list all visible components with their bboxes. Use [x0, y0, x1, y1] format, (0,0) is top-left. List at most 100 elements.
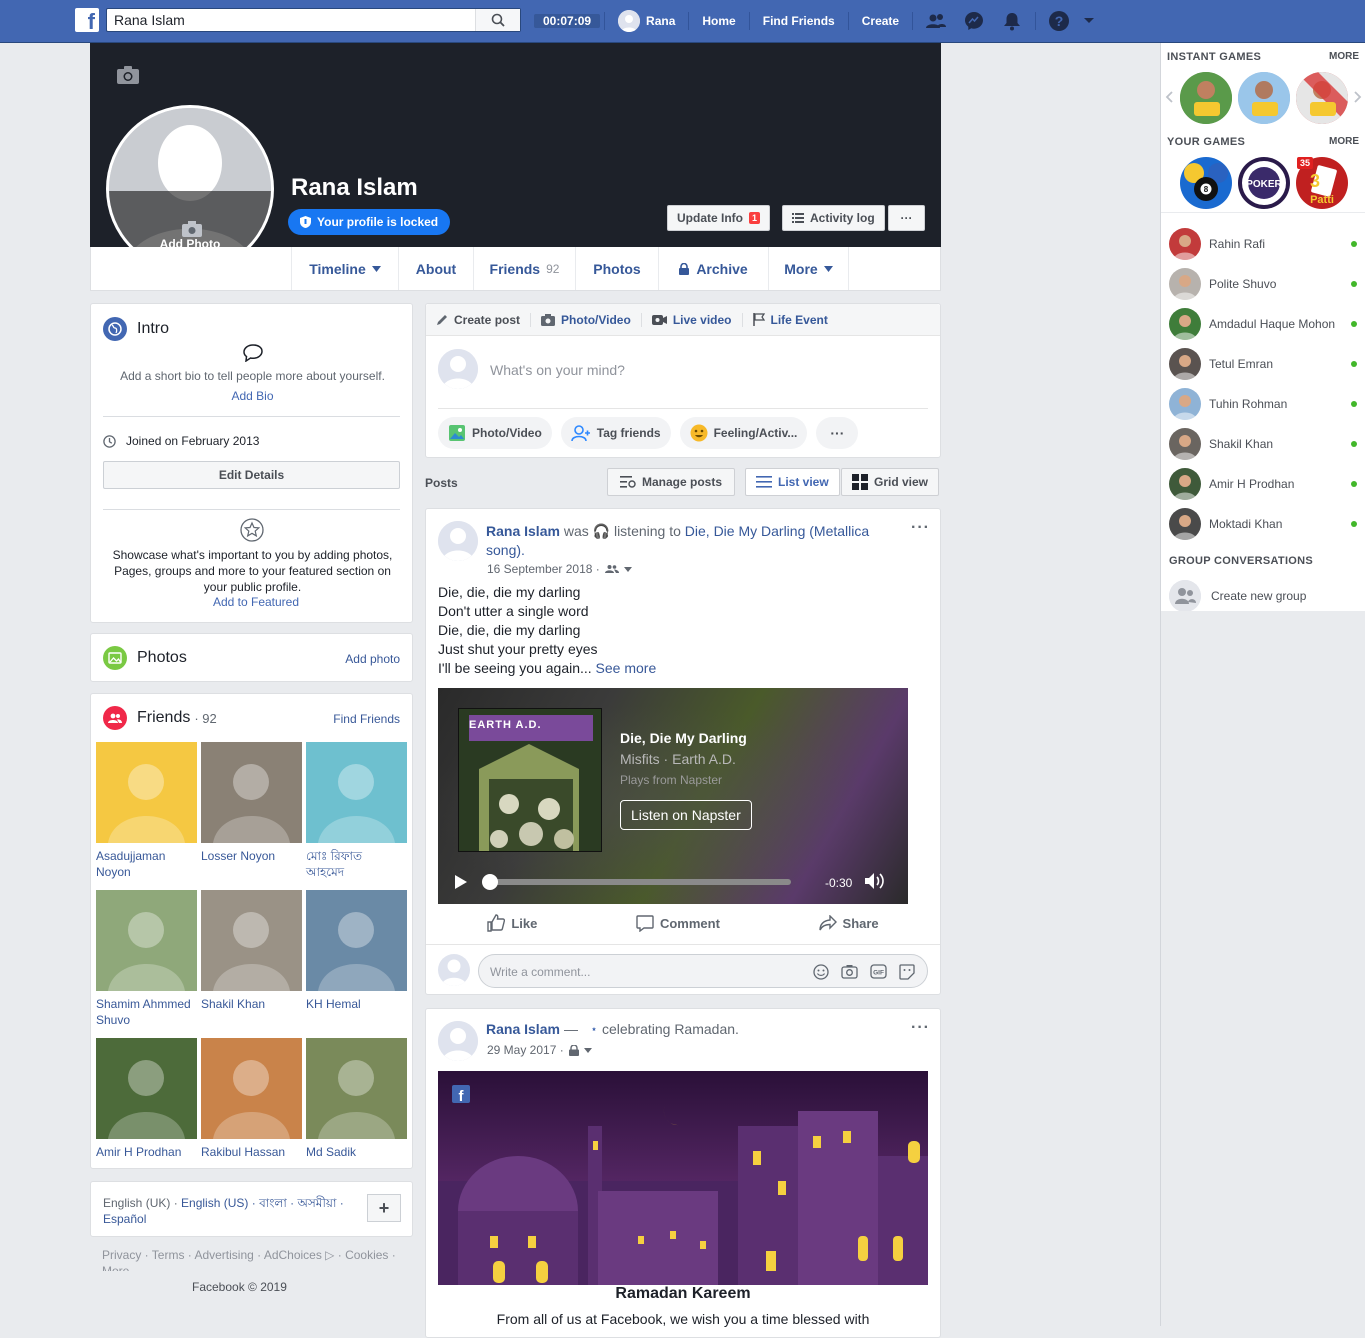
update-info-button[interactable]: Update Info 1 — [667, 205, 771, 231]
friend-tile[interactable]: KH Hemal — [306, 890, 407, 1012]
activity-log-button[interactable]: Activity log — [782, 205, 885, 231]
your-games-more-link[interactable]: MORE — [1329, 136, 1359, 147]
contact-item[interactable]: Amir H Prodhan — [1169, 466, 1357, 502]
post-options-button[interactable]: ··· — [911, 519, 930, 537]
nav-find-friends-link[interactable]: Find Friends — [754, 14, 844, 28]
contact-item[interactable]: Moktadi Khan — [1169, 506, 1357, 542]
profile-more-options-button[interactable]: ··· — [888, 205, 925, 231]
instant-game-ludo-3[interactable] — [1296, 72, 1348, 124]
comment-input[interactable]: Write a comment... GIF — [478, 954, 928, 988]
friend-tile[interactable]: Asadujjaman Noyon — [96, 742, 197, 880]
post-timestamp[interactable]: 29 May 2017 · — [487, 1043, 564, 1057]
friend-photo[interactable] — [96, 742, 197, 843]
friend-tile[interactable]: Shakil Khan — [201, 890, 302, 1012]
nav-create-link[interactable]: Create — [853, 14, 908, 28]
friend-name[interactable]: Rakibul Hassan — [201, 1144, 302, 1160]
friend-tile[interactable]: Rakibul Hassan — [201, 1038, 302, 1160]
instant-game-ludo-1[interactable] — [1180, 72, 1232, 124]
chevron-down-icon[interactable] — [623, 566, 632, 572]
chevron-right-icon[interactable] — [1354, 91, 1362, 103]
friend-name[interactable]: Asadujjaman Noyon — [96, 848, 197, 880]
post-timestamp[interactable]: 16 September 2018 · — [487, 562, 600, 576]
life-event-tab[interactable]: Life Event — [743, 313, 838, 327]
composer-input[interactable]: What's on your mind? — [490, 362, 625, 378]
add-to-featured-link[interactable]: Add to Featured — [91, 595, 421, 609]
contact-item[interactable]: Polite Shuvo — [1169, 266, 1357, 302]
friend-name[interactable]: Shakil Khan — [201, 996, 302, 1012]
find-friends-link[interactable]: Find Friends — [333, 712, 400, 726]
instant-games-more-link[interactable]: MORE — [1329, 51, 1359, 62]
friend-photo[interactable] — [306, 742, 407, 843]
post-author-avatar[interactable] — [438, 521, 478, 561]
friend-photo[interactable] — [96, 1038, 197, 1139]
profile-name[interactable]: Rana Islam — [291, 174, 418, 202]
feeling-activity-button[interactable]: Feeling/Activ... — [679, 417, 808, 449]
progress-handle[interactable] — [482, 874, 498, 890]
album-cover[interactable]: EARTH A.D. — [458, 708, 602, 852]
footer-links[interactable]: Privacy · Terms · Advertising · AdChoice… — [102, 1248, 402, 1263]
nav-home-link[interactable]: Home — [693, 14, 744, 28]
friend-photo[interactable] — [201, 742, 302, 843]
more-languages-button[interactable]: + — [367, 1194, 401, 1222]
game-8-ball-pool[interactable]: 8 — [1180, 157, 1232, 209]
gif-icon[interactable]: GIF — [870, 964, 887, 979]
friends-audience-icon[interactable] — [604, 564, 619, 574]
tab-timeline[interactable]: Timeline — [291, 247, 398, 290]
lang-english-us[interactable]: English (US) — [181, 1196, 248, 1210]
emoji-icon[interactable] — [813, 964, 829, 980]
friend-tile[interactable]: Md Sadik — [306, 1038, 407, 1160]
search-button[interactable] — [475, 9, 520, 31]
friend-name[interactable]: Shamim Ahmmed Shuvo — [96, 996, 197, 1028]
nav-profile-link[interactable]: Rana — [609, 10, 684, 32]
add-photo-link[interactable]: Add photo — [345, 652, 400, 666]
contact-item[interactable]: Tetul Emran — [1169, 346, 1357, 382]
friend-name[interactable]: KH Hemal — [306, 996, 407, 1012]
manage-posts-button[interactable]: Manage posts — [607, 468, 736, 496]
post-author-name[interactable]: Rana Islam — [486, 523, 560, 539]
lang-espanol[interactable]: Español — [103, 1212, 146, 1226]
facebook-logo-icon[interactable]: f — [75, 8, 99, 32]
notifications-bell-icon[interactable] — [1001, 10, 1023, 32]
add-bio-link[interactable]: Add Bio — [91, 389, 414, 403]
tab-friends[interactable]: Friends 92 — [473, 247, 575, 290]
friend-tile[interactable]: মোঃ রিফাত আহমেদ — [306, 742, 407, 880]
contact-item[interactable]: Shakil Khan — [1169, 426, 1357, 462]
friend-tile[interactable]: Amir H Prodhan — [96, 1038, 197, 1160]
friend-photo[interactable] — [201, 1038, 302, 1139]
create-new-group-button[interactable]: Create new group — [1169, 578, 1357, 614]
tab-about[interactable]: About — [398, 247, 473, 290]
volume-icon[interactable] — [865, 872, 885, 890]
list-view-button[interactable]: List view — [745, 468, 840, 496]
post-author-name[interactable]: Rana Islam — [486, 1021, 560, 1037]
account-menu-chevron-icon[interactable] — [1078, 10, 1100, 32]
see-more-link[interactable]: See more — [592, 660, 657, 676]
composer-photo-video-button[interactable]: Photo/Video — [438, 417, 552, 449]
composer-more-button[interactable]: ··· — [816, 417, 859, 449]
friend-tile[interactable]: Losser Noyon — [201, 742, 302, 864]
friend-tile[interactable]: Shamim Ahmmed Shuvo — [96, 890, 197, 1028]
chevron-down-icon[interactable] — [583, 1047, 592, 1053]
tag-friends-button[interactable]: Tag friends — [560, 417, 671, 449]
like-button[interactable]: Like — [487, 914, 537, 932]
friend-photo[interactable] — [96, 890, 197, 991]
friend-name[interactable]: Losser Noyon — [201, 848, 302, 864]
create-post-tab[interactable]: Create post — [436, 312, 532, 327]
comment-button[interactable]: Comment — [636, 914, 720, 932]
tab-photos[interactable]: Photos — [575, 247, 658, 290]
friend-photo[interactable] — [306, 890, 407, 991]
tab-more[interactable]: More — [768, 247, 849, 290]
messenger-icon[interactable] — [963, 10, 985, 32]
post-author-avatar[interactable] — [438, 1021, 478, 1061]
edit-details-button[interactable]: Edit Details — [103, 461, 400, 489]
grid-view-button[interactable]: Grid view — [841, 468, 940, 496]
friend-photo[interactable] — [201, 890, 302, 991]
help-icon[interactable]: ? — [1048, 10, 1070, 32]
footer-more-link[interactable]: More — [102, 1264, 129, 1271]
update-cover-camera-icon[interactable] — [116, 65, 140, 85]
lang-english-uk[interactable]: English (UK) · — [103, 1196, 178, 1210]
sticker-icon[interactable] — [899, 964, 915, 980]
friend-name[interactable]: মোঃ রিফাত আহমেদ — [306, 848, 407, 880]
friend-photo[interactable] — [306, 1038, 407, 1139]
camera-icon[interactable] — [841, 964, 858, 979]
friend-requests-icon[interactable] — [925, 10, 947, 32]
